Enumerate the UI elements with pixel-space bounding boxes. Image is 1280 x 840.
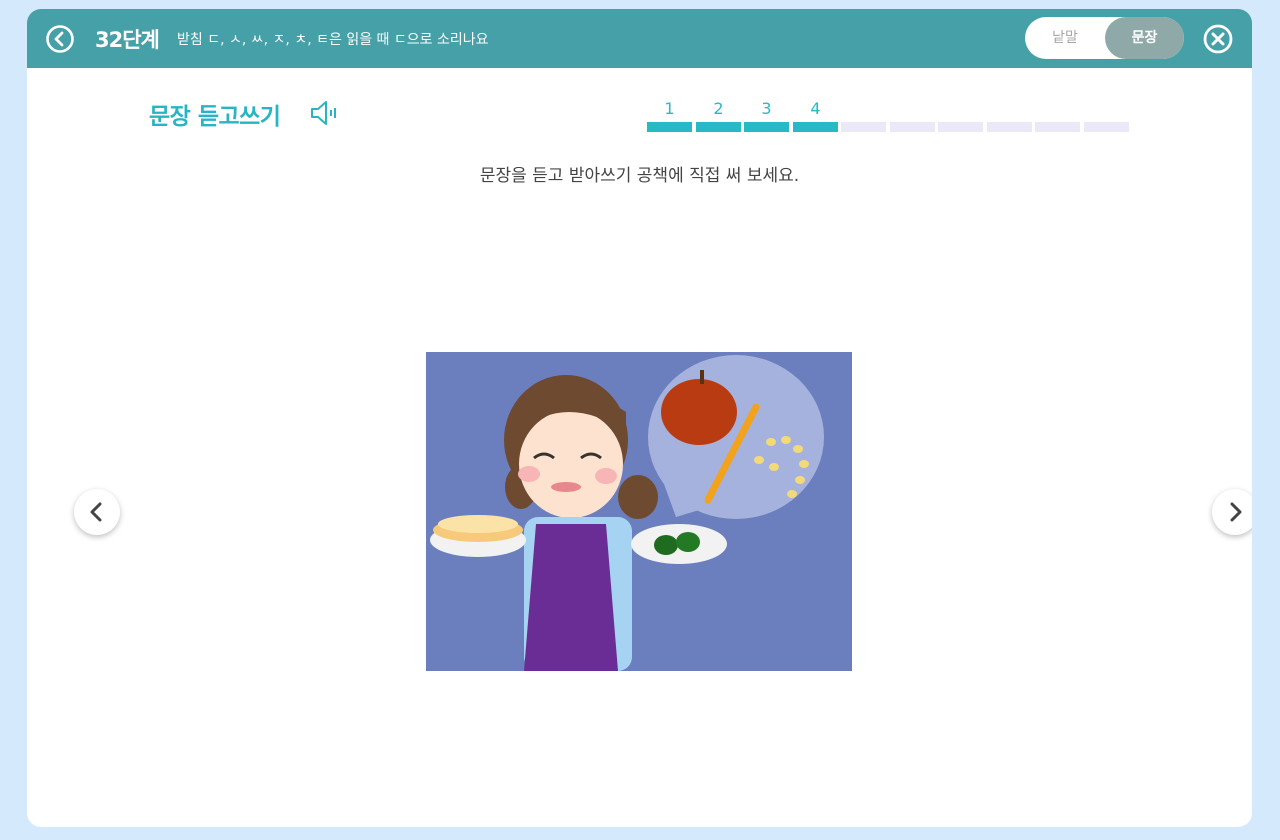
- mode-toggle: 낱말 문장: [1025, 17, 1184, 59]
- prev-button[interactable]: [74, 489, 120, 535]
- progress-step-label: 3: [761, 99, 772, 118]
- speaker-button[interactable]: [310, 100, 342, 126]
- header-bar: 32단계 받침 ㄷ, ㅅ, ㅆ, ㅈ, ㅊ, ㅌ은 읽을 때 ㄷ으로 소리나요 …: [27, 9, 1252, 68]
- next-button[interactable]: [1212, 489, 1252, 535]
- progress-segment: [792, 122, 838, 132]
- progress-segment: [1083, 122, 1129, 132]
- level-title: 32단계: [95, 28, 160, 52]
- toggle-sentence-option[interactable]: 문장: [1105, 17, 1184, 59]
- progress-step-label: 2: [713, 99, 724, 118]
- chevron-right-icon: [1230, 502, 1242, 522]
- lesson-card: 32단계 받침 ㄷ, ㅅ, ㅆ, ㅈ, ㅊ, ㅌ은 읽을 때 ㄷ으로 소리나요 …: [27, 9, 1252, 827]
- chevron-left-icon: [90, 502, 102, 522]
- level-subtitle: 받침 ㄷ, ㅅ, ㅆ, ㅈ, ㅊ, ㅌ은 읽을 때 ㄷ으로 소리나요: [177, 32, 489, 48]
- section-title: 문장 듣고쓰기: [149, 104, 281, 130]
- progress-segment: [889, 122, 935, 132]
- progress-segment: [1035, 122, 1080, 132]
- back-button[interactable]: [45, 24, 75, 54]
- instruction-text: 문장을 듣고 받아쓰기 공책에 직접 써 보세요.: [479, 166, 800, 186]
- progress-segment: [695, 122, 741, 132]
- progress-segment: [986, 122, 1032, 132]
- speaker-icon: [311, 101, 336, 125]
- lesson-illustration: [426, 352, 852, 671]
- progress-segment: [938, 122, 983, 132]
- progress-step-label: 1: [664, 99, 675, 118]
- progress-segment: [744, 122, 789, 132]
- progress-segment: [841, 122, 886, 132]
- progress-step-label: 4: [810, 99, 821, 118]
- progress-indicator: 1 2 3 4: [647, 99, 1131, 134]
- progress-segment: [647, 122, 692, 132]
- toggle-word-option[interactable]: 낱말: [1025, 17, 1105, 59]
- close-button[interactable]: [1202, 23, 1234, 55]
